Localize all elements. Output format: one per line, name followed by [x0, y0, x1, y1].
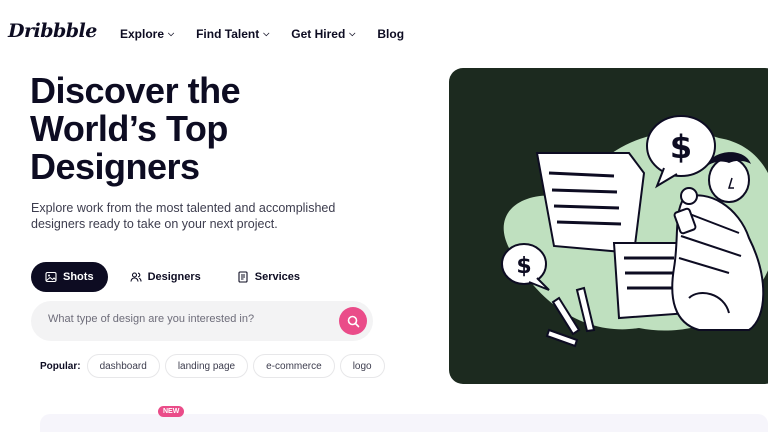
tab-designers[interactable]: Designers [116, 262, 215, 292]
popular-chip-landing-page[interactable]: landing page [164, 354, 249, 378]
document-icon [238, 271, 248, 283]
dribbble-logo[interactable]: Dribbble [8, 20, 97, 42]
search-bar [31, 301, 373, 341]
chevron-down-icon: ⌵ [168, 29, 175, 38]
search-type-tabs: Shots Designers Services [31, 262, 314, 292]
hero-title: Discover the World’s Top Designers [30, 72, 350, 186]
main-nav: Explore ⌵ Find Talent ⌵ Get Hired ⌵ Blog [120, 27, 404, 41]
search-icon [347, 315, 359, 327]
document-illustration [535, 152, 646, 255]
nav-explore-label: Explore [120, 27, 165, 41]
nav-blog[interactable]: Blog [377, 27, 404, 41]
tab-designers-label: Designers [147, 271, 201, 283]
nav-get-hired[interactable]: Get Hired ⌵ [291, 27, 355, 41]
chevron-down-icon: ⌵ [263, 29, 270, 38]
tab-services-label: Services [254, 271, 301, 283]
tab-shots[interactable]: Shots [31, 262, 108, 292]
designer-illustration: $ $ [501, 115, 768, 348]
hero-illustration: $ $ [449, 68, 768, 384]
nav-blog-label: Blog [377, 27, 405, 41]
hero-title-line-3: Designers [30, 146, 200, 187]
svg-text:$: $ [516, 254, 531, 279]
dollar-speech-bubble-small: $ [501, 243, 550, 291]
chevron-down-icon: ⌵ [349, 29, 356, 38]
new-badge: NEW [158, 406, 185, 417]
image-icon [45, 271, 57, 283]
tab-services[interactable]: Services [223, 262, 314, 292]
people-icon [130, 272, 142, 282]
popular-chip-dashboard[interactable]: dashboard [86, 354, 160, 378]
popular-chip-logo[interactable]: logo [339, 354, 385, 378]
hero-title-line-1: Discover the [30, 70, 241, 111]
popular-chip-e-commerce[interactable]: e-commerce [253, 354, 335, 378]
nav-get-hired-label: Get Hired [291, 27, 346, 41]
hero-title-line-2: World’s Top [30, 108, 228, 149]
tab-shots-label: Shots [63, 271, 94, 283]
search-button[interactable] [339, 307, 367, 335]
announcement-banner[interactable]: NEW [40, 406, 768, 432]
search-input[interactable] [48, 313, 328, 325]
hero-subtitle: Explore work from the most talented and … [31, 201, 336, 231]
svg-text:$: $ [670, 128, 692, 166]
popular-searches: Popular: dashboard landing page e-commer… [40, 354, 385, 378]
nav-explore[interactable]: Explore ⌵ [120, 27, 174, 41]
popular-label: Popular: [40, 360, 81, 372]
nav-find-talent-label: Find Talent [196, 27, 260, 41]
nav-find-talent[interactable]: Find Talent ⌵ [196, 27, 269, 41]
